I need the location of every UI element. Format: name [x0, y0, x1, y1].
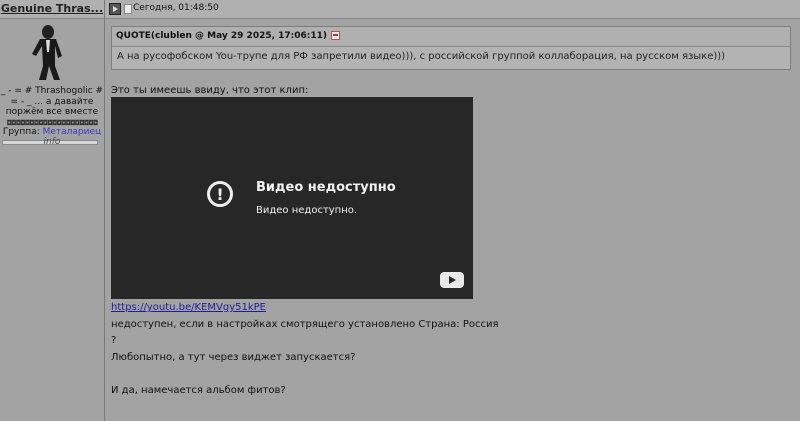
author-column: Genuine Thras... _ - = # Thrashogolic # … — [0, 0, 105, 421]
post-line: Любопытно, а тут через виджет запускаетс… — [111, 351, 356, 363]
post-line: ? — [111, 335, 117, 346]
post-header: Сегодня, 01:48:50 — [105, 0, 800, 19]
video-error-title: Видео недоступно — [256, 180, 396, 195]
video-embed[interactable]: ! Видео недоступно Видео недоступно. — [111, 97, 473, 299]
post-line — [111, 366, 611, 383]
quote-block: QUOTE(clublen @ May 29 2025, 17:06:11) А… — [111, 26, 791, 70]
post-link-icon[interactable] — [109, 3, 121, 15]
user-info: _ - = # Thrashogolic # = - _ ... а давай… — [0, 86, 104, 148]
quote-text: А на русофобском You-трупе для РФ запрет… — [112, 46, 790, 69]
user-group: Группа: Металариец — [0, 127, 104, 138]
quote-jump-icon[interactable] — [331, 31, 341, 40]
post-text: https://youtu.be/KEMVgy51kPE недоступен,… — [111, 300, 611, 399]
youtube-icon[interactable] — [440, 272, 464, 288]
author-header: Genuine Thras... — [0, 0, 104, 19]
profile-row: info — [0, 137, 104, 148]
rank-bar: ◘◘◘◘◘◘◘◘◘◘◘◘◘◘◘◘◘◘◘◘ — [6, 118, 99, 127]
exclamation-circle-icon: ! — [207, 181, 233, 207]
video-link[interactable]: https://youtu.be/KEMVgy51kPE — [111, 302, 266, 313]
user-status: _ - = # Thrashogolic # = - _ ... а давай… — [0, 86, 104, 117]
post-line: недоступен, если в настройках смотрящего… — [111, 318, 499, 330]
post-body: QUOTE(clublen @ May 29 2025, 17:06:11) А… — [111, 26, 791, 70]
video-error-subtitle: Видео недоступно. — [256, 205, 358, 216]
avatar — [22, 22, 74, 82]
post-line: И да, намечается альбом фитов? — [111, 384, 286, 396]
group-label: Группа: — [2, 126, 40, 137]
profile-info-link[interactable]: info — [0, 137, 104, 148]
group-value: Металариец — [42, 126, 102, 137]
quote-header: QUOTE(clublen @ May 29 2025, 17:06:11) — [112, 27, 790, 46]
page-icon — [124, 4, 132, 14]
post-time: Сегодня, 01:48:50 — [133, 3, 219, 13]
quote-author: QUOTE(clublen @ May 29 2025, 17:06:11) — [116, 31, 328, 41]
author-name[interactable]: Genuine Thras... — [0, 0, 104, 18]
